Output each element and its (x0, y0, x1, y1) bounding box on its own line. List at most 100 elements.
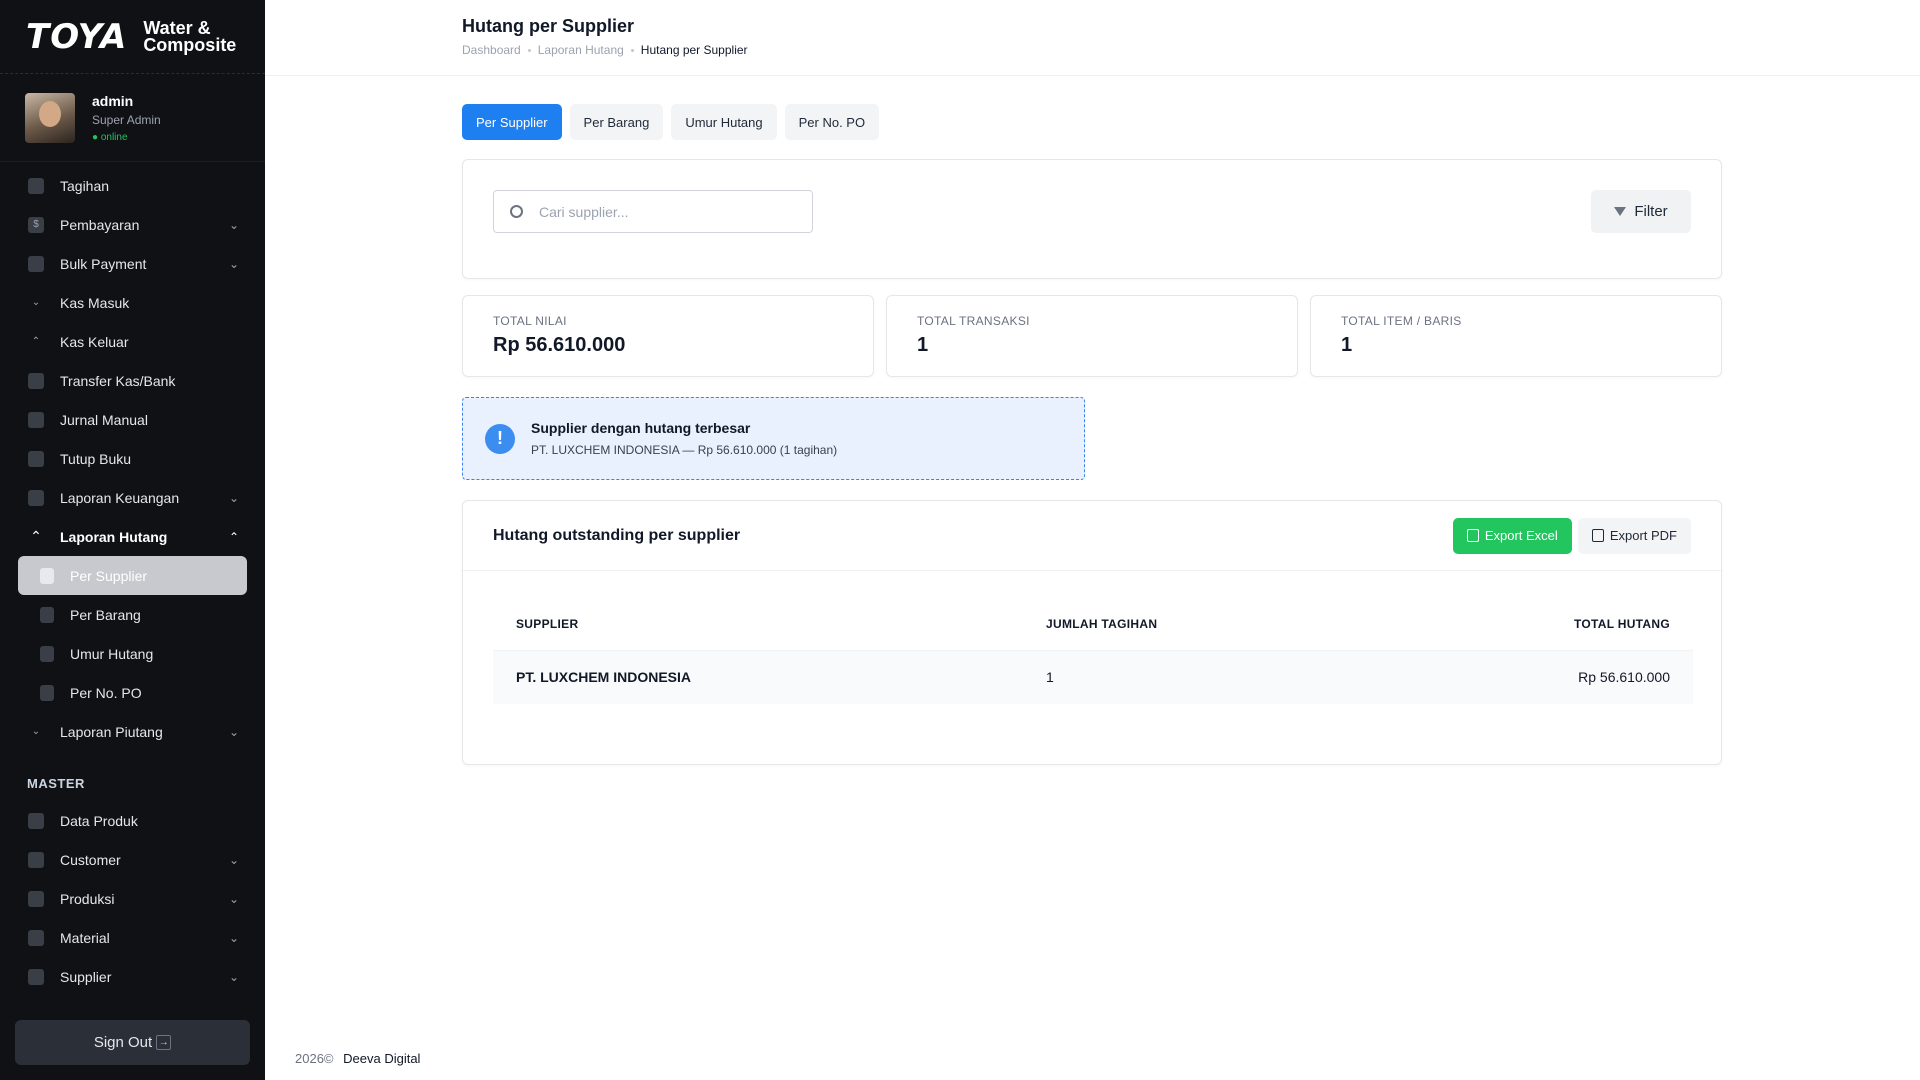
search-input[interactable] (539, 203, 789, 220)
printer-icon (1591, 529, 1604, 542)
outstanding-table-card: Hutang outstanding per supplier Export E… (462, 500, 1722, 765)
search-box[interactable] (493, 190, 813, 233)
sidebar-item-label: Kas Keluar (60, 333, 129, 350)
sidebar-item-transfer-kas-bank[interactable]: Transfer Kas/Bank (0, 361, 265, 400)
tab-per-no-po[interactable]: Per No. PO (784, 104, 880, 140)
chevron-down-icon: ⌄ (228, 852, 239, 867)
calendar-icon (28, 450, 44, 467)
column-header-jumlah-tagihan[interactable]: JUMLAH TAGIHAN (1023, 598, 1349, 651)
stat-total-transaksi: TOTAL TRANSAKSI 1 (886, 295, 1298, 377)
sign-out-button[interactable]: Sign Out → (15, 1020, 250, 1065)
export-pdf-label: Export PDF (1609, 528, 1677, 543)
column-header-supplier[interactable]: SUPPLIER (493, 598, 1023, 651)
database-icon (28, 968, 44, 985)
chevron-down-icon: ⌄ (31, 726, 41, 737)
sidebar-item-label: Laporan Keuangan (60, 489, 180, 506)
sidebar-item-customer[interactable]: Customer ⌄ (0, 840, 265, 879)
sidebar-item-label: Pembayaran (60, 216, 140, 233)
column-header-total-hutang[interactable]: TOTAL HUTANG (1348, 598, 1693, 651)
breadcrumb-laporan-hutang[interactable]: Laporan Hutang (538, 43, 624, 57)
filter-button[interactable]: Filter (1591, 190, 1691, 233)
sidebar-item-kas-masuk[interactable]: ⌄ Kas Masuk (0, 283, 265, 322)
cell-supplier: PT. LUXCHEM INDONESIA (493, 650, 1023, 704)
export-pdf-button[interactable]: Export PDF (1577, 517, 1691, 554)
chevron-down-icon: ⌄ (228, 930, 239, 945)
table-card-header: Hutang outstanding per supplier Export E… (463, 501, 1721, 571)
sidebar-nav: Tagihan $ Pembayaran ⌄ Bulk Payment ⌄ ⌄ Kas … (0, 166, 265, 985)
sidebar-item-produksi[interactable]: Produksi ⌄ (0, 879, 265, 918)
box-icon (28, 812, 44, 829)
section-title-master: MASTER (27, 776, 85, 791)
toggle-icon (28, 372, 44, 389)
sidebar-item-laporan-hutang[interactable]: ⌃ Laporan Hutang ⌃ (0, 517, 265, 556)
sidebar-item-tagihan[interactable]: Tagihan (0, 166, 265, 205)
arrow-down-icon: ⌄ (31, 297, 41, 308)
sidebar-subitem-per-no-po[interactable]: Per No. PO (0, 673, 265, 712)
tab-umur-hutang[interactable]: Umur Hutang (671, 104, 777, 140)
table-title: Hutang outstanding per supplier (493, 526, 741, 544)
stat-value: 1 (1341, 334, 1353, 356)
arrow-up-icon: ⌃ (31, 336, 41, 347)
breadcrumb-separator (527, 48, 531, 52)
database-icon (28, 890, 44, 907)
sidebar-item-supplier[interactable]: Supplier ⌄ (0, 957, 265, 985)
user-profile[interactable]: admin Super Admin ● online (0, 74, 265, 162)
avatar (25, 92, 75, 143)
sidebar-item-material[interactable]: Material ⌄ (0, 918, 265, 957)
sidebar: TOYA Water & Composite admin Super Admin… (0, 0, 265, 1080)
sidebar-item-label: Laporan Piutang (60, 723, 163, 740)
chevron-down-icon: ⌄ (228, 217, 239, 232)
top-supplier-alert: ! Supplier dengan hutang terbesar PT. LU… (462, 397, 1085, 480)
footer: 2026© Deeva Digital (295, 1051, 420, 1066)
chevron-down-icon: ⌄ (228, 724, 239, 739)
sidebar-subitem-label: Umur Hutang (70, 645, 154, 662)
sidebar-item-jurnal-manual[interactable]: Jurnal Manual (0, 400, 265, 439)
stack-icon (28, 255, 44, 272)
user-status: ● online (92, 131, 128, 143)
sidebar-item-kas-keluar[interactable]: ⌃ Kas Keluar (0, 322, 265, 361)
sidebar-item-bulk-payment[interactable]: Bulk Payment ⌄ (0, 244, 265, 283)
user-info: admin Super Admin ● online (92, 93, 161, 143)
sidebar-item-pembayaran[interactable]: $ Pembayaran ⌄ (0, 205, 265, 244)
cell-total-hutang: Rp 56.610.000 (1348, 650, 1693, 704)
search-icon (510, 205, 523, 218)
brand[interactable]: TOYA Water & Composite (0, 0, 265, 74)
sidebar-item-laporan-keuangan[interactable]: Laporan Keuangan ⌄ (0, 478, 265, 517)
table-row[interactable]: PT. LUXCHEM INDONESIA 1 Rp 56.610.000 (493, 650, 1693, 704)
chevron-down-icon: ⌄ (228, 490, 239, 505)
export-excel-button[interactable]: Export Excel (1452, 517, 1572, 554)
excel-file-icon (1466, 529, 1479, 542)
sidebar-item-label: Customer (60, 851, 121, 868)
tab-per-barang[interactable]: Per Barang (569, 104, 664, 140)
sidebar-subitem-umur-hutang[interactable]: Umur Hutang (0, 634, 265, 673)
database-icon (28, 929, 44, 946)
page-header: Hutang per Supplier Dashboard Laporan Hu… (265, 0, 1920, 76)
tab-per-supplier[interactable]: Per Supplier (462, 104, 562, 140)
breadcrumb-dashboard[interactable]: Dashboard (462, 43, 521, 57)
chevron-down-icon: ⌄ (228, 256, 239, 271)
breadcrumb: Dashboard Laporan Hutang Hutang per Supp… (462, 43, 1920, 57)
sidebar-item-label: Tagihan (60, 177, 110, 194)
page-title: Hutang per Supplier (462, 16, 635, 36)
sidebar-item-tutup-buku[interactable]: Tutup Buku (0, 439, 265, 478)
chevron-up-icon: ⌃ (30, 528, 42, 544)
sidebar-item-laporan-piutang[interactable]: ⌄ Laporan Piutang ⌄ (0, 712, 265, 751)
document-icon (40, 645, 54, 662)
sidebar-item-data-produk[interactable]: Data Produk (0, 801, 265, 840)
footer-company-link[interactable]: Deeva Digital (343, 1051, 420, 1066)
brand-logo: TOYA (26, 16, 128, 57)
sidebar-item-label: Supplier (60, 968, 112, 985)
chart-icon (28, 489, 44, 506)
sidebar-subitem-per-barang[interactable]: Per Barang (0, 595, 265, 634)
stat-value: Rp 56.610.000 (493, 334, 626, 356)
sidebar-subitem-per-supplier[interactable]: Per Supplier (18, 556, 247, 595)
sidebar-item-label: Laporan Hutang (60, 528, 168, 545)
breadcrumb-current: Hutang per Supplier (640, 43, 748, 57)
database-icon (28, 851, 44, 868)
main-content: Hutang per Supplier Dashboard Laporan Hu… (265, 0, 1920, 1080)
stat-total-item: TOTAL ITEM / BARIS 1 (1310, 295, 1722, 377)
sidebar-item-label: Bulk Payment (60, 255, 147, 272)
user-role: Super Admin (92, 112, 161, 127)
brand-line2: Composite (143, 34, 237, 55)
footer-year: 2026© (295, 1051, 334, 1066)
